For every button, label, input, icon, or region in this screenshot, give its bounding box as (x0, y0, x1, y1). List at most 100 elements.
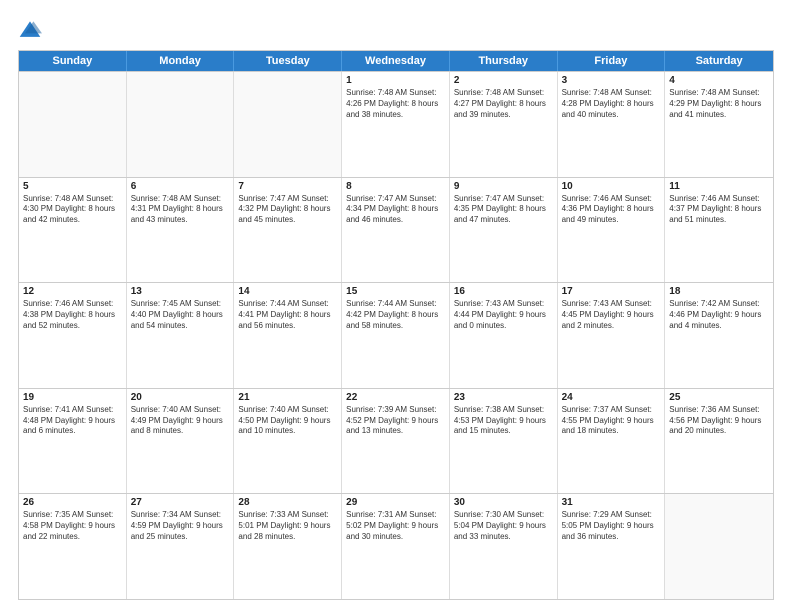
day-number: 24 (562, 392, 661, 403)
weekday-header: Tuesday (234, 51, 342, 71)
day-info: Sunrise: 7:33 AM Sunset: 5:01 PM Dayligh… (238, 510, 337, 542)
calendar-cell: 5 Sunrise: 7:48 AM Sunset: 4:30 PM Daylig… (19, 178, 127, 283)
day-number: 19 (23, 392, 122, 403)
day-info: Sunrise: 7:41 AM Sunset: 4:48 PM Dayligh… (23, 405, 122, 437)
calendar-cell: 2 Sunrise: 7:48 AM Sunset: 4:27 PM Daylig… (450, 72, 558, 177)
calendar-cell: 27 Sunrise: 7:34 AM Sunset: 4:59 PM Dayli… (127, 494, 235, 599)
day-number: 14 (238, 286, 337, 297)
day-info: Sunrise: 7:48 AM Sunset: 4:28 PM Dayligh… (562, 88, 661, 120)
header (18, 18, 774, 42)
calendar-cell: 28Sunrise: 7:33 AM Sunset: 5:01 PM Dayli… (234, 494, 342, 599)
day-info: Sunrise: 7:42 AM Sunset: 4:46 PM Dayligh… (669, 299, 769, 331)
weekday-header: Thursday (450, 51, 558, 71)
day-info: Sunrise: 7:35 AM Sunset: 4:58 PM Dayligh… (23, 510, 122, 542)
calendar: SundayMondayTuesdayWednesdayThursdayFrid… (18, 50, 774, 600)
weekday-header: Saturday (665, 51, 773, 71)
calendar-cell: 10 Sunrise: 7:46 AM Sunset: 4:36 PM Dayli… (558, 178, 666, 283)
day-number: 21 (238, 392, 337, 403)
calendar-week: 1Sunrise: 7:48 AM Sunset: 4:26 PM Daylig… (19, 71, 773, 177)
day-number: 15 (346, 286, 445, 297)
calendar-cell (19, 72, 127, 177)
day-number: 31 (562, 497, 661, 508)
calendar-cell (127, 72, 235, 177)
day-number: 7 (238, 181, 337, 192)
day-number: 5 (23, 181, 122, 192)
day-info: Sunrise: 7:43 AM Sunset: 4:45 PM Dayligh… (562, 299, 661, 331)
logo-icon (18, 18, 42, 42)
calendar-cell: 12Sunrise: 7:46 AM Sunset: 4:38 PM Dayli… (19, 283, 127, 388)
day-number: 18 (669, 286, 769, 297)
day-number: 22 (346, 392, 445, 403)
day-info: Sunrise: 7:40 AM Sunset: 4:49 PM Dayligh… (131, 405, 230, 437)
day-number: 10 (562, 181, 661, 192)
calendar-cell: 13 Sunrise: 7:45 AM Sunset: 4:40 PM Dayli… (127, 283, 235, 388)
day-number: 9 (454, 181, 553, 192)
calendar-week: 12Sunrise: 7:46 AM Sunset: 4:38 PM Dayli… (19, 282, 773, 388)
day-info: Sunrise: 7:40 AM Sunset: 4:50 PM Dayligh… (238, 405, 337, 437)
calendar-cell: 1Sunrise: 7:48 AM Sunset: 4:26 PM Daylig… (342, 72, 450, 177)
day-info: Sunrise: 7:46 AM Sunset: 4:36 PM Dayligh… (562, 194, 661, 226)
day-info: Sunrise: 7:34 AM Sunset: 4:59 PM Dayligh… (131, 510, 230, 542)
day-number: 27 (131, 497, 230, 508)
day-info: Sunrise: 7:39 AM Sunset: 4:52 PM Dayligh… (346, 405, 445, 437)
day-info: Sunrise: 7:44 AM Sunset: 4:41 PM Dayligh… (238, 299, 337, 331)
calendar-cell: 23 Sunrise: 7:38 AM Sunset: 4:53 PM Dayli… (450, 389, 558, 494)
calendar-cell: 6 Sunrise: 7:48 AM Sunset: 4:31 PM Daylig… (127, 178, 235, 283)
day-number: 29 (346, 497, 445, 508)
calendar-week: 19 Sunrise: 7:41 AM Sunset: 4:48 PM Dayli… (19, 388, 773, 494)
day-number: 2 (454, 75, 553, 86)
day-number: 4 (669, 75, 769, 86)
calendar-week: 26 Sunrise: 7:35 AM Sunset: 4:58 PM Dayli… (19, 493, 773, 599)
page: SundayMondayTuesdayWednesdayThursdayFrid… (0, 0, 792, 612)
weekday-header: Sunday (19, 51, 127, 71)
day-info: Sunrise: 7:47 AM Sunset: 4:34 PM Dayligh… (346, 194, 445, 226)
day-number: 13 (131, 286, 230, 297)
calendar-cell: 18 Sunrise: 7:42 AM Sunset: 4:46 PM Dayli… (665, 283, 773, 388)
calendar-cell: 17 Sunrise: 7:43 AM Sunset: 4:45 PM Dayli… (558, 283, 666, 388)
day-info: Sunrise: 7:38 AM Sunset: 4:53 PM Dayligh… (454, 405, 553, 437)
calendar-cell: 16 Sunrise: 7:43 AM Sunset: 4:44 PM Dayli… (450, 283, 558, 388)
calendar-header-row: SundayMondayTuesdayWednesdayThursdayFrid… (19, 51, 773, 71)
calendar-cell: 20Sunrise: 7:40 AM Sunset: 4:49 PM Dayli… (127, 389, 235, 494)
day-number: 3 (562, 75, 661, 86)
weekday-header: Monday (127, 51, 235, 71)
day-number: 8 (346, 181, 445, 192)
day-number: 1 (346, 75, 445, 86)
day-info: Sunrise: 7:48 AM Sunset: 4:31 PM Dayligh… (131, 194, 230, 226)
calendar-cell: 21 Sunrise: 7:40 AM Sunset: 4:50 PM Dayli… (234, 389, 342, 494)
calendar-cell: 8 Sunrise: 7:47 AM Sunset: 4:34 PM Daylig… (342, 178, 450, 283)
calendar-cell: 26 Sunrise: 7:35 AM Sunset: 4:58 PM Dayli… (19, 494, 127, 599)
day-info: Sunrise: 7:45 AM Sunset: 4:40 PM Dayligh… (131, 299, 230, 331)
calendar-cell: 15 Sunrise: 7:44 AM Sunset: 4:42 PM Dayli… (342, 283, 450, 388)
day-info: Sunrise: 7:44 AM Sunset: 4:42 PM Dayligh… (346, 299, 445, 331)
logo (18, 18, 46, 42)
day-number: 17 (562, 286, 661, 297)
day-info: Sunrise: 7:48 AM Sunset: 4:27 PM Dayligh… (454, 88, 553, 120)
calendar-cell: 30Sunrise: 7:30 AM Sunset: 5:04 PM Dayli… (450, 494, 558, 599)
day-info: Sunrise: 7:47 AM Sunset: 4:35 PM Dayligh… (454, 194, 553, 226)
day-number: 26 (23, 497, 122, 508)
day-number: 11 (669, 181, 769, 192)
calendar-cell: 11Sunrise: 7:46 AM Sunset: 4:37 PM Dayli… (665, 178, 773, 283)
calendar-cell: 4Sunrise: 7:48 AM Sunset: 4:29 PM Daylig… (665, 72, 773, 177)
calendar-cell (665, 494, 773, 599)
day-number: 6 (131, 181, 230, 192)
calendar-cell: 9 Sunrise: 7:47 AM Sunset: 4:35 PM Daylig… (450, 178, 558, 283)
calendar-cell: 31 Sunrise: 7:29 AM Sunset: 5:05 PM Dayli… (558, 494, 666, 599)
calendar-cell: 19 Sunrise: 7:41 AM Sunset: 4:48 PM Dayli… (19, 389, 127, 494)
day-number: 23 (454, 392, 553, 403)
day-info: Sunrise: 7:48 AM Sunset: 4:30 PM Dayligh… (23, 194, 122, 226)
calendar-cell: 22 Sunrise: 7:39 AM Sunset: 4:52 PM Dayli… (342, 389, 450, 494)
day-number: 16 (454, 286, 553, 297)
day-info: Sunrise: 7:29 AM Sunset: 5:05 PM Dayligh… (562, 510, 661, 542)
calendar-cell (234, 72, 342, 177)
day-number: 30 (454, 497, 553, 508)
calendar-cell: 7Sunrise: 7:47 AM Sunset: 4:32 PM Daylig… (234, 178, 342, 283)
calendar-body: 1Sunrise: 7:48 AM Sunset: 4:26 PM Daylig… (19, 71, 773, 599)
day-info: Sunrise: 7:46 AM Sunset: 4:38 PM Dayligh… (23, 299, 122, 331)
day-info: Sunrise: 7:36 AM Sunset: 4:56 PM Dayligh… (669, 405, 769, 437)
calendar-cell: 29 Sunrise: 7:31 AM Sunset: 5:02 PM Dayli… (342, 494, 450, 599)
day-info: Sunrise: 7:43 AM Sunset: 4:44 PM Dayligh… (454, 299, 553, 331)
calendar-week: 5 Sunrise: 7:48 AM Sunset: 4:30 PM Daylig… (19, 177, 773, 283)
day-info: Sunrise: 7:31 AM Sunset: 5:02 PM Dayligh… (346, 510, 445, 542)
